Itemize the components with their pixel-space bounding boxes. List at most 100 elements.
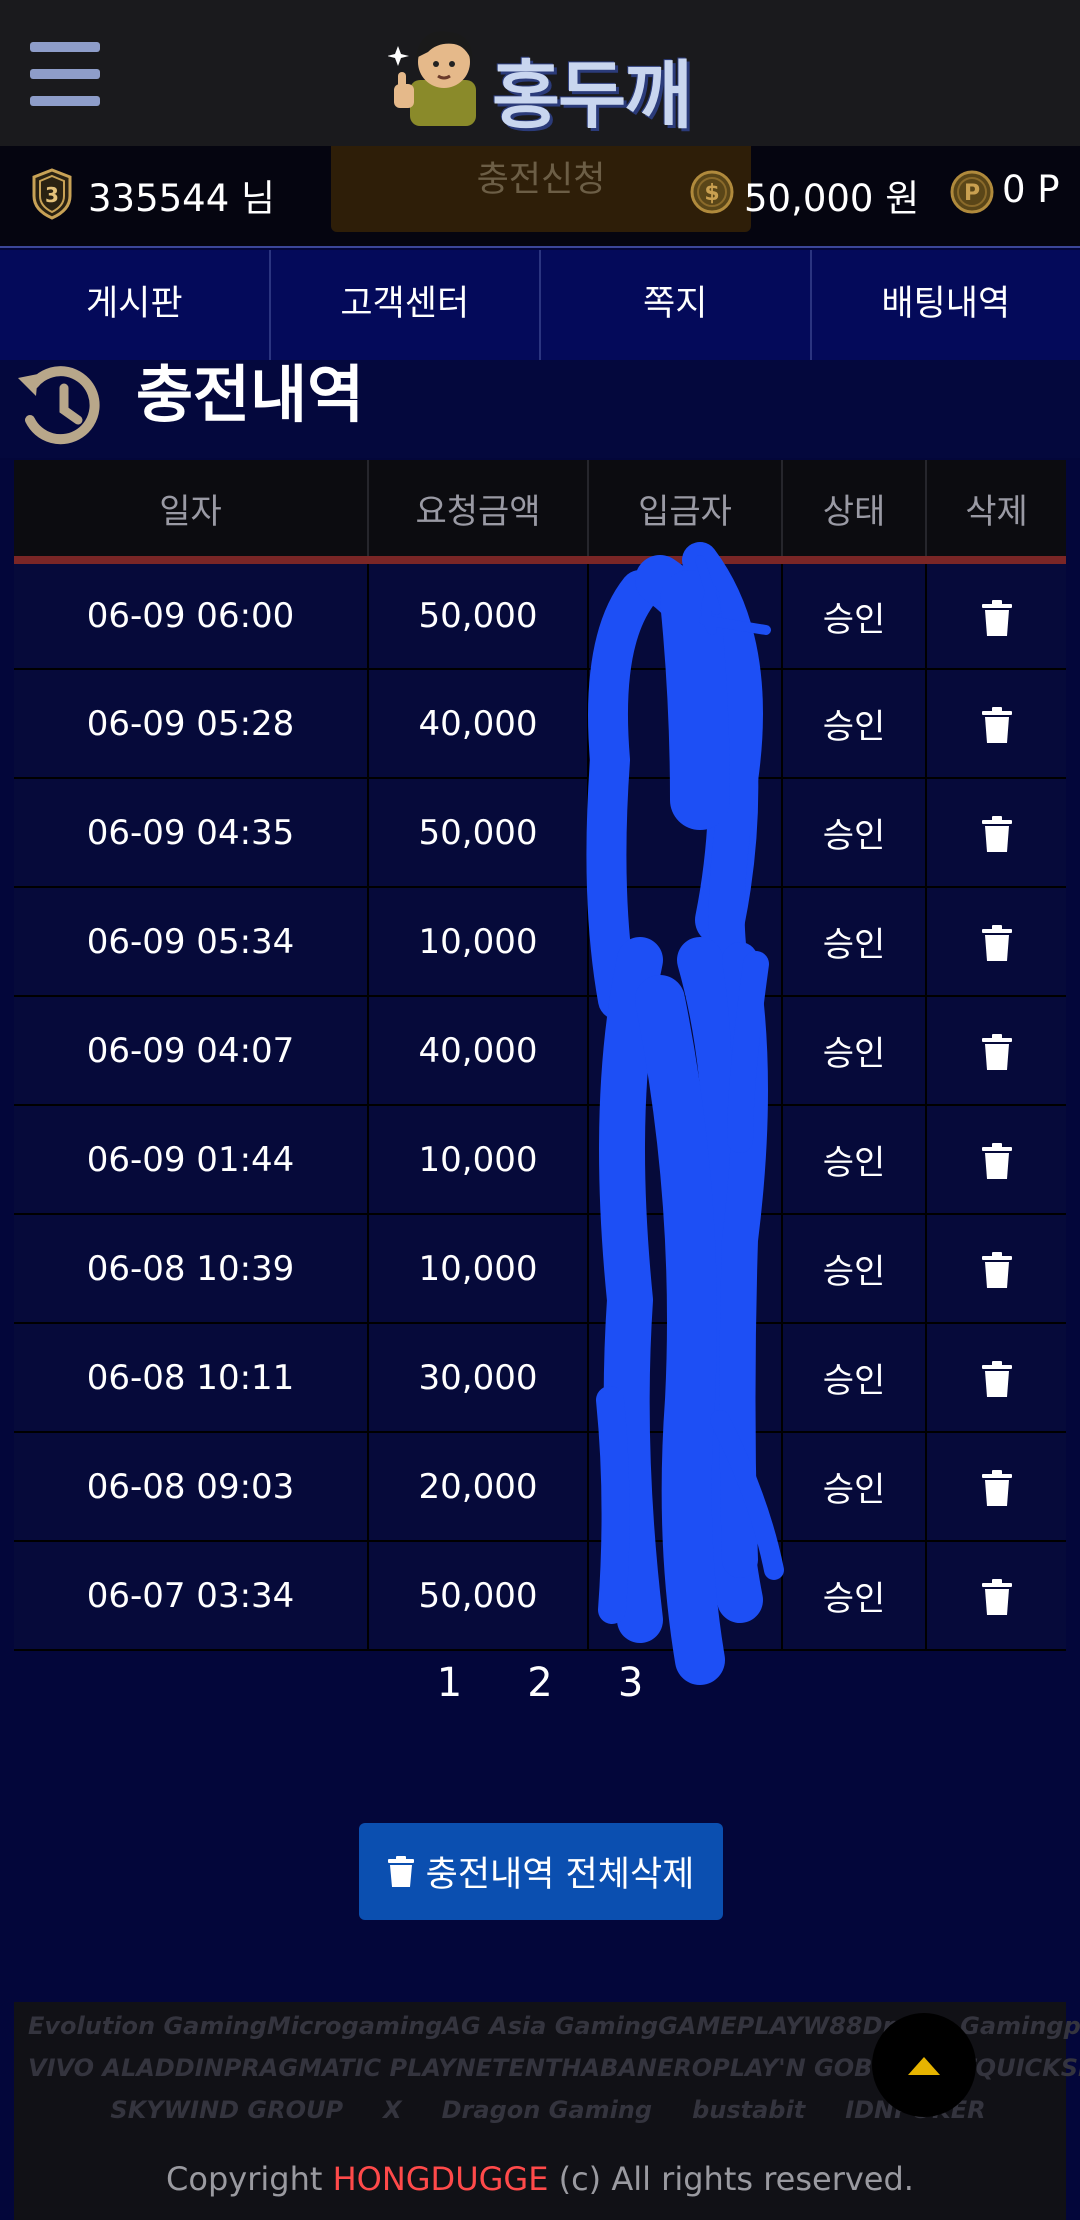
cell-date: 06-09 04:07 [14,996,369,1106]
cell-depositor [588,1432,783,1542]
cell-depositor [588,996,783,1106]
cell-depositor [588,669,783,779]
cell-date: 06-08 09:03 [14,1432,369,1542]
delete-all-button[interactable]: 충전내역 전체삭제 [359,1823,723,1920]
page: 홍두깨 3 335544 님 충전신청 $ 50,000 원 P 0 P 게시판… [0,0,1080,2220]
column-header-date: 일자 [14,460,369,564]
cell-amount: 20,000 [368,1432,589,1542]
cell-status: 승인 [782,1105,927,1215]
trash-icon[interactable] [981,1579,1012,1615]
cell-amount: 30,000 [368,1323,589,1433]
partner-logo: AG Asia Gaming [442,2012,659,2040]
trash-icon[interactable] [981,925,1012,961]
cell-amount: 40,000 [368,996,589,1106]
table-row: 06-09 05:28 40,000 승인 [14,669,1066,779]
partner-logo: bustabit [692,2096,806,2124]
coin-dollar-icon: $ [690,170,734,214]
cell-status: 승인 [782,1323,927,1433]
cell-depositor [588,778,783,888]
copyright-brand: HONGDUGGE [332,2160,549,2198]
header: 홍두깨 [0,0,1080,146]
partner-logo: GAMEPLAY [658,2012,803,2040]
cell-status: 승인 [782,996,927,1106]
trash-icon[interactable] [981,1252,1012,1288]
page-link-2[interactable]: 2 [527,1660,552,1706]
cell-delete [926,1214,1066,1324]
page-link-1[interactable]: 1 [437,1660,462,1706]
table-row: 06-09 05:34 10,000 승인 [14,887,1066,997]
cell-delete [926,778,1066,888]
partner-logo: VIVO ALADDIN [28,2054,224,2082]
table-row: 06-09 04:35 50,000 승인 [14,778,1066,888]
cell-status: 승인 [782,1214,927,1324]
logo[interactable]: 홍두깨 [387,22,698,139]
trash-icon [387,1855,414,1887]
page-link-3[interactable]: 3 [618,1660,643,1706]
nav-item-customer-center[interactable]: 고객센터 [271,250,541,360]
cell-status: 승인 [782,1541,927,1651]
cell-delete [926,560,1066,670]
cell-delete [926,669,1066,779]
logo-text: 홍두깨 [492,53,692,139]
cell-depositor [588,1323,783,1433]
nav-item-messages[interactable]: 쪽지 [541,250,812,360]
cell-status: 승인 [782,669,927,779]
trash-icon[interactable] [981,1034,1012,1070]
charge-history-table: 일자 요청금액 입금자 상태 삭제 06-09 06:00 50,000 승인 06-… [14,460,1066,1651]
user-id: 335544 님 [88,177,276,220]
copyright-prefix: Copyright [166,2160,333,2198]
trash-icon[interactable] [981,816,1012,852]
cell-amount: 50,000 [368,560,589,670]
copyright: Copyright HONGDUGGE (c) All rights reser… [14,2160,1066,2198]
partner-logo: PRAGMATIC PLAY [223,2054,456,2082]
partner-logo: Microgaming [266,2012,443,2040]
table-row: 06-07 03:34 50,000 승인 [14,1541,1066,1651]
copyright-suffix: (c) All rights reserved. [548,2160,914,2198]
cell-amount: 40,000 [368,669,589,779]
trash-icon[interactable] [981,599,1012,636]
nav-item-betting-history[interactable]: 배팅내역 [812,250,1080,360]
scroll-to-top-button[interactable] [872,2013,976,2117]
column-header-status: 상태 [782,460,927,564]
partner-logo: HABANERO [561,2054,713,2082]
partner-logo: PLAY'N GO [712,2054,855,2082]
cell-date: 06-07 03:34 [14,1541,369,1651]
partner-logo: X [383,2096,402,2124]
page-title: 충전내역 [136,358,365,431]
cell-date: 06-09 05:34 [14,887,369,997]
cell-amount: 10,000 [368,1214,589,1324]
charge-request-button[interactable]: 충전신청 [331,146,751,232]
trash-icon[interactable] [981,1143,1012,1179]
cell-delete [926,1432,1066,1542]
cell-date: 06-09 06:00 [14,560,369,670]
cell-date: 06-09 04:35 [14,778,369,888]
menu-icon[interactable] [30,42,100,106]
cell-date: 06-09 01:44 [14,1105,369,1215]
cell-date: 06-09 05:28 [14,669,369,779]
trash-icon[interactable] [981,1470,1012,1506]
column-header-delete: 삭제 [926,460,1066,564]
trash-icon[interactable] [981,707,1012,743]
partner-logo: NETENT [455,2054,562,2082]
cell-status: 승인 [782,778,927,888]
cell-depositor [588,1105,783,1215]
cell-status: 승인 [782,887,927,997]
arrow-up-icon [908,2057,940,2075]
table-header-row: 일자 요청금액 입금자 상태 삭제 [14,460,1066,564]
cell-delete [926,1541,1066,1651]
partner-logo: QUICKSPIN [975,2054,1080,2082]
cell-amount: 50,000 [368,778,589,888]
trash-icon[interactable] [981,1361,1012,1397]
pagination: 1 2 3 [0,1660,1080,1706]
svg-text:3: 3 [45,183,59,207]
level-badge-icon: 3 [32,168,72,220]
svg-text:$: $ [704,181,719,206]
main-nav: 게시판 고객센터 쪽지 배팅내역 [0,250,1080,360]
table-row: 06-08 09:03 20,000 승인 [14,1432,1066,1542]
cell-depositor [588,1214,783,1324]
balance-amount: 50,000 원 [744,177,920,220]
nav-item-board[interactable]: 게시판 [0,250,271,360]
section-header: 충전내역 [0,360,1080,458]
table-row: 06-09 04:07 40,000 승인 [14,996,1066,1106]
table-row: 06-09 01:44 10,000 승인 [14,1105,1066,1215]
